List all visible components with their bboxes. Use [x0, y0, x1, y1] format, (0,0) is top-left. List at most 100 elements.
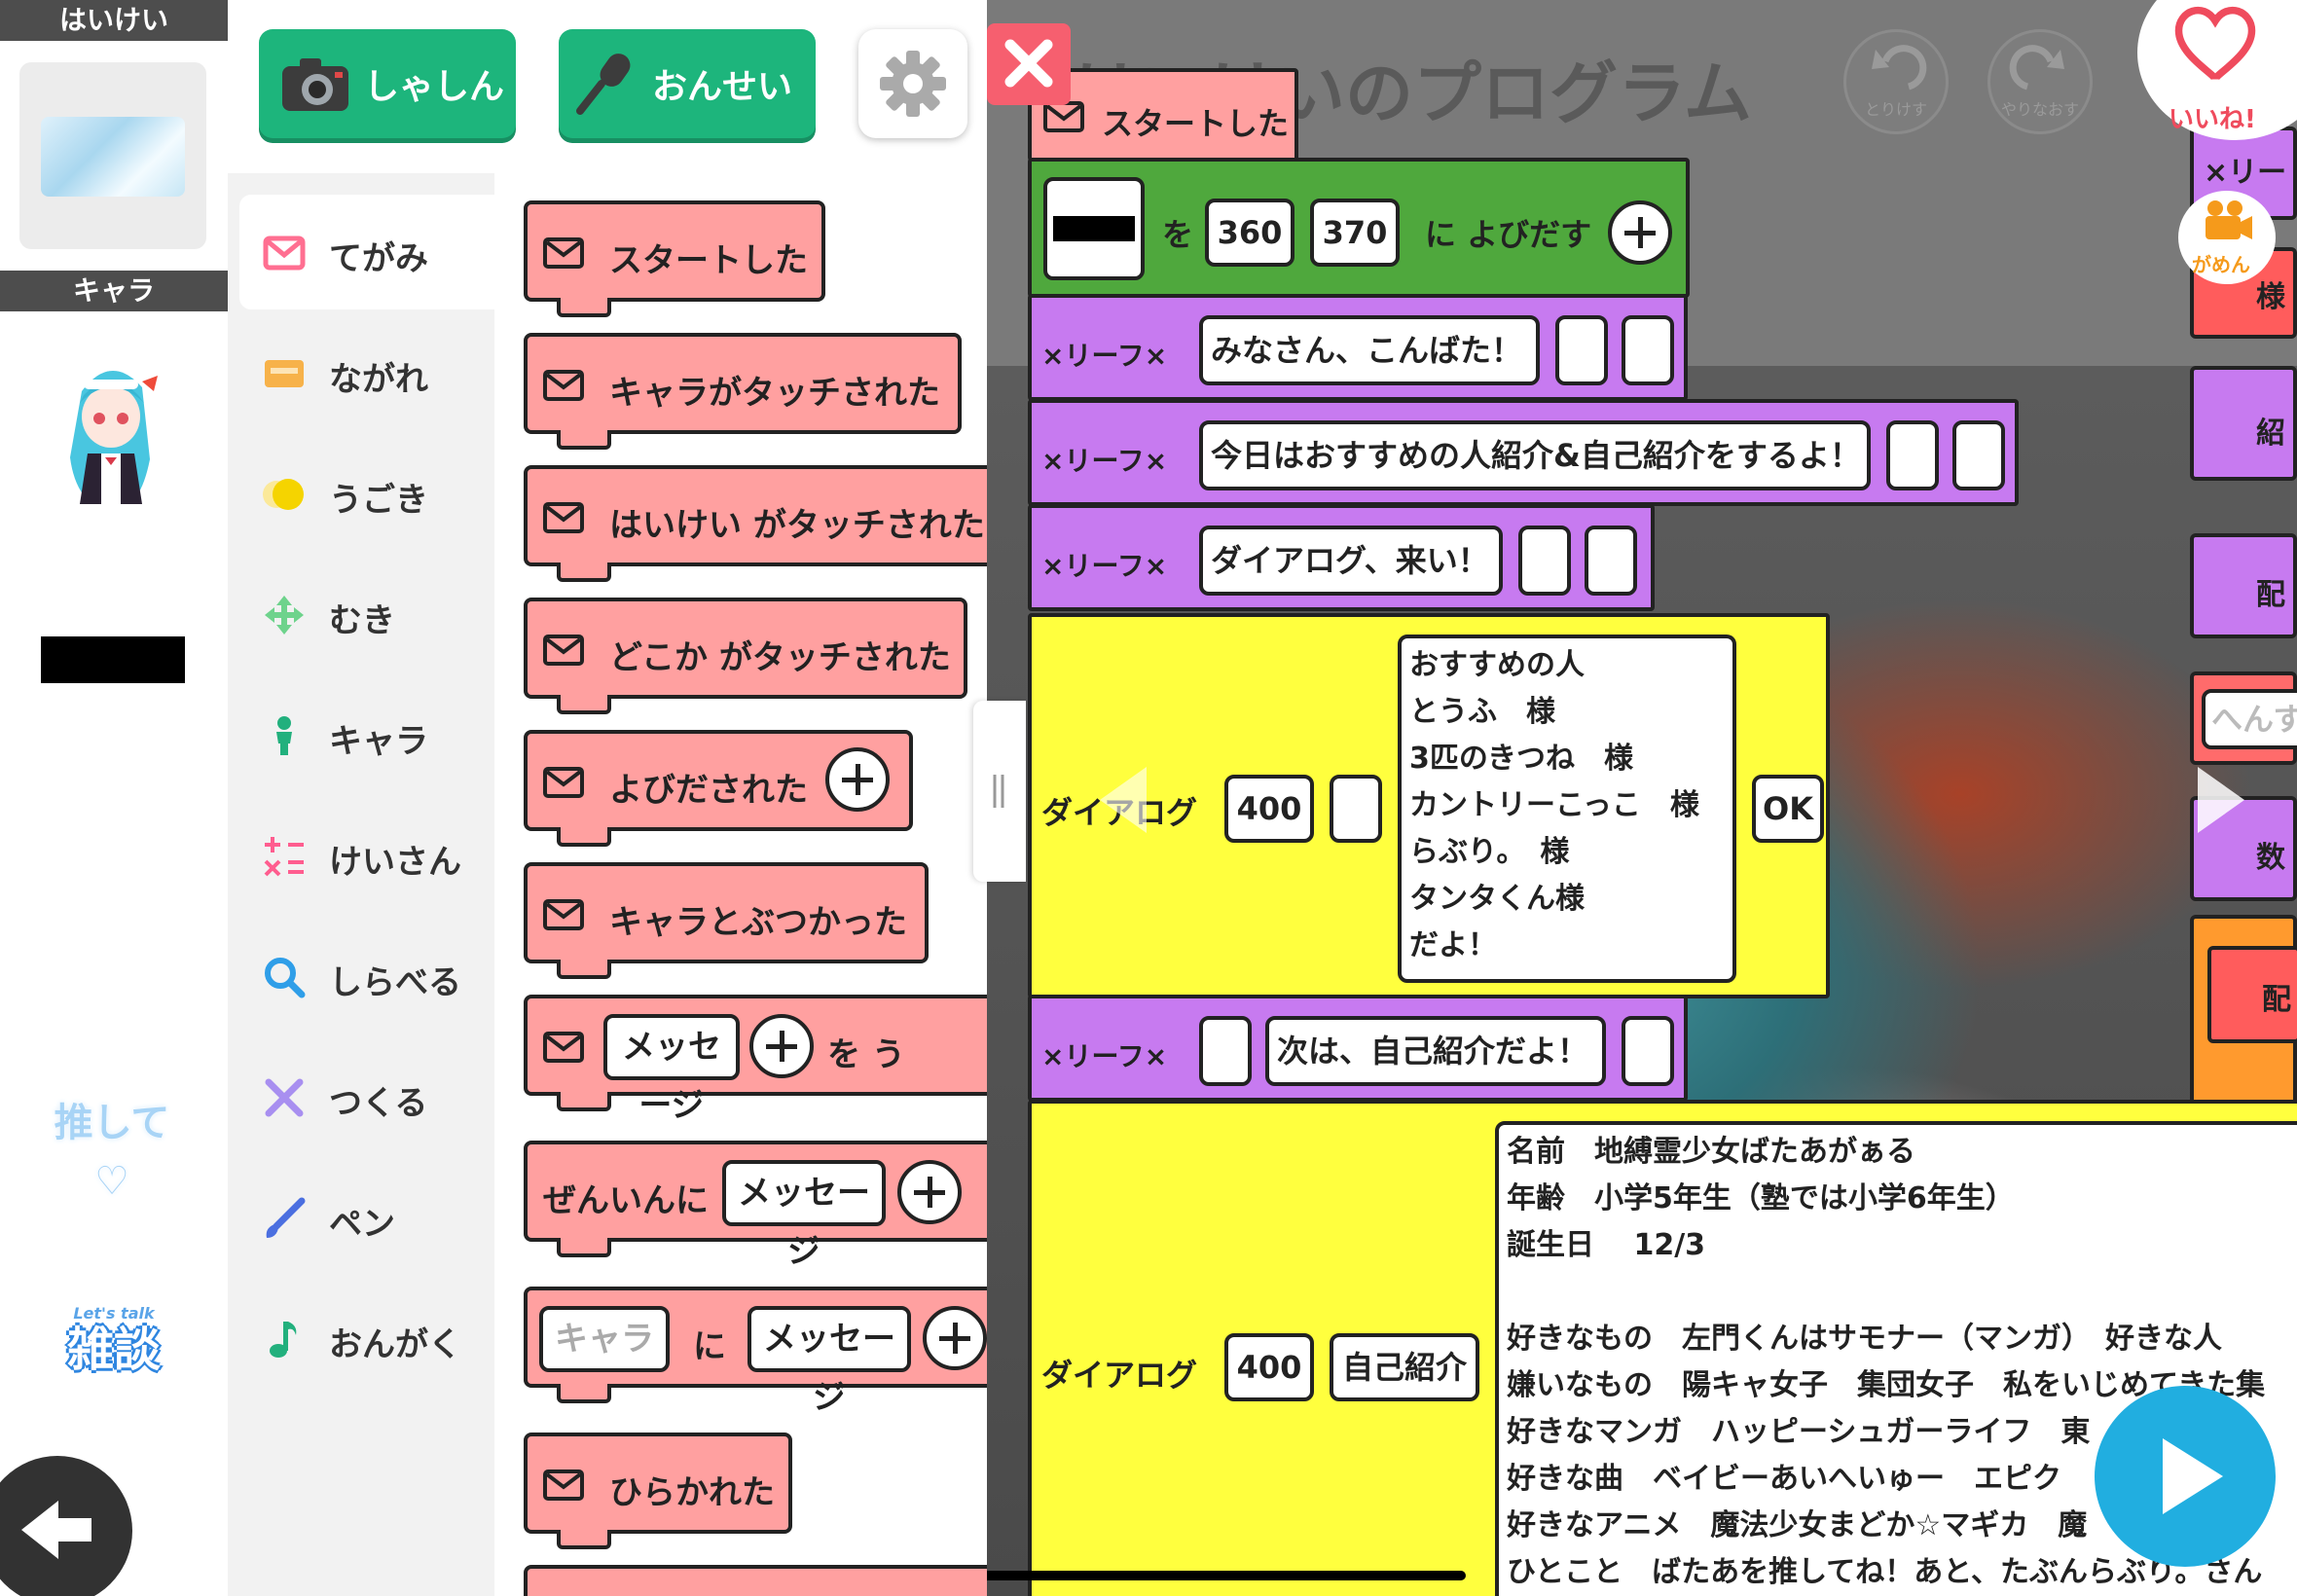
- oshite-sticker[interactable]: 推して♡: [39, 1094, 185, 1204]
- black-rectangle-asset[interactable]: [41, 636, 185, 683]
- envelope-icon: [1043, 101, 1084, 132]
- block-label: 配: [2256, 578, 2285, 612]
- chara-thumbnail[interactable]: [49, 352, 173, 508]
- category-ugoki[interactable]: うごき: [239, 436, 494, 551]
- leaf-text-input[interactable]: ダイアログ、来い！: [1199, 526, 1503, 596]
- editor-leaf-block[interactable]: ×リーフ× ダイアログ、来い！: [1028, 504, 1655, 611]
- block-connector: [557, 298, 611, 317]
- palette-block-chara-touched[interactable]: キャラがタッチされた: [524, 333, 962, 450]
- variable-input[interactable]: へんす: [2202, 689, 2297, 749]
- category-pen[interactable]: ペン: [239, 1160, 494, 1275]
- palette-block-anywhere-touched[interactable]: どこか がタッチされた: [524, 598, 967, 714]
- photo-button[interactable]: しゃしん: [259, 29, 516, 138]
- camera-icon: [282, 58, 348, 111]
- category-keisan[interactable]: けいさん: [239, 798, 494, 913]
- dialog-width-input[interactable]: 400: [1224, 775, 1314, 843]
- category-tegami[interactable]: てがみ: [239, 195, 494, 309]
- x-input[interactable]: 360: [1205, 199, 1294, 267]
- code-editor[interactable]: はいけいのプログラム とりけす やりなおす ×リーフ 様 紹 配 へんす 数: [987, 0, 2297, 1596]
- add-argument-button[interactable]: [749, 1014, 814, 1078]
- leaf-option-slot[interactable]: [1518, 526, 1571, 596]
- leaf-text-input[interactable]: 次は、自己紹介だよ！: [1265, 1016, 1606, 1086]
- editor-leaf-block[interactable]: ×リーフ× 次は、自己紹介だよ！: [1028, 995, 1688, 1102]
- background-thumbnail[interactable]: [19, 62, 206, 249]
- play-button[interactable]: [2095, 1386, 2276, 1567]
- leaf-option-slot[interactable]: [1199, 1016, 1252, 1086]
- palette-block-next[interactable]: [524, 1565, 987, 1596]
- dialog-title-input[interactable]: 自己紹介: [1330, 1333, 1479, 1401]
- category-chara[interactable]: キャラ: [239, 677, 494, 792]
- editor-leaf-block[interactable]: ×リーフ× みなさん、こんばた！: [1028, 294, 1688, 401]
- leaf-option-slot[interactable]: [1622, 1016, 1674, 1086]
- palette-block-start[interactable]: スタートした: [524, 200, 825, 317]
- right-block-3[interactable]: 配: [2190, 533, 2297, 638]
- palette-block-bg-touched[interactable]: はいけい がタッチされた: [524, 465, 987, 582]
- leaf-option-slot[interactable]: [1585, 526, 1637, 596]
- chara-pill[interactable]: キャラ: [539, 1306, 670, 1372]
- block-label: 様: [2256, 280, 2285, 314]
- block-label: を: [1162, 216, 1194, 253]
- screen-record-button[interactable]: がめん: [2178, 191, 2276, 284]
- palette-block-send-everyone[interactable]: ぜんいんに メッセージ: [524, 1141, 987, 1271]
- zatsudan-sticker[interactable]: Let's talk 雑談: [39, 1304, 189, 1388]
- add-argument-button[interactable]: [1608, 200, 1672, 265]
- palette-block-opened[interactable]: ひらかれた: [524, 1433, 792, 1549]
- video-camera-icon: [2206, 200, 2252, 239]
- category-shiraberu[interactable]: しらべる: [239, 919, 494, 1034]
- back-button[interactable]: [0, 1456, 132, 1596]
- scroll-right-arrow-icon[interactable]: [2198, 767, 2244, 833]
- dialog-width-input[interactable]: 400: [1224, 1333, 1314, 1401]
- close-button[interactable]: [987, 23, 1071, 105]
- editor-call-block[interactable]: を 360 370 に よびだす: [1028, 158, 1690, 298]
- palette-block-called[interactable]: よびだされた: [524, 730, 913, 847]
- category-tsukuru[interactable]: つくる: [239, 1039, 494, 1154]
- leaf-option-slot[interactable]: [1622, 315, 1674, 385]
- editor-dialog-block[interactable]: ダイアログ 400 おすすめの人 とうふ 様 3匹のきつね 様 カントリーこっこ…: [1028, 613, 1830, 998]
- message-pill[interactable]: メッセージ: [722, 1160, 886, 1271]
- leaf-option-slot[interactable]: [1555, 315, 1608, 385]
- home-indicator: [987, 1571, 1466, 1580]
- dialog-title-slot[interactable]: [1330, 775, 1382, 843]
- right-block-2[interactable]: 紹: [2190, 366, 2297, 481]
- undo-button[interactable]: とりけす: [1843, 29, 1949, 134]
- block-connector: [557, 1530, 611, 1549]
- category-ongaku[interactable]: おんがく: [239, 1281, 494, 1396]
- right-block-5[interactable]: 配: [2190, 915, 2297, 1106]
- right-input-block[interactable]: へんす: [2190, 671, 2297, 765]
- editor-leaf-block[interactable]: ×リーフ× 今日はおすすめの人紹介&自己紹介をするよ！: [1028, 399, 2019, 506]
- settings-button[interactable]: [858, 29, 967, 138]
- redo-button[interactable]: やりなおす: [1987, 29, 2093, 134]
- leaf-text-input[interactable]: 今日はおすすめの人紹介&自己紹介をするよ！: [1199, 420, 1871, 490]
- chara-slot[interactable]: [1043, 177, 1145, 280]
- category-label: むき: [329, 601, 395, 640]
- palette-block-send-chara[interactable]: キャラ に メッセージ: [524, 1287, 987, 1417]
- leaf-option-slot[interactable]: [1952, 420, 2005, 490]
- category-list: てがみ ながれ うごき むき キャラ けいさん しらべる つくる ペン おんがく: [228, 173, 494, 1596]
- black-rectangle-thumbnail: [1053, 216, 1135, 241]
- photo-button-label: しゃしん: [364, 67, 505, 107]
- block-connector: [557, 562, 611, 582]
- category-muki[interactable]: むき: [239, 557, 494, 671]
- message-pill[interactable]: メッセージ: [747, 1306, 911, 1417]
- message-pill[interactable]: メッセージ: [603, 1014, 740, 1125]
- y-input[interactable]: 370: [1310, 199, 1400, 267]
- leaf-text-input[interactable]: みなさん、こんばた！: [1199, 315, 1540, 385]
- envelope-icon: [543, 370, 584, 401]
- palette-block-send-message[interactable]: メッセージ を う: [524, 995, 987, 1125]
- block-label: ひらかれた: [609, 1473, 775, 1512]
- add-argument-button[interactable]: [825, 747, 890, 812]
- zatsudan-jp: 雑談: [66, 1323, 161, 1377]
- block-connector: [557, 1384, 611, 1403]
- dialog-text-input[interactable]: おすすめの人 とうふ 様 3匹のきつね 様 カントリーこっこ 様 らぶり。 様 …: [1398, 635, 1736, 983]
- category-nagare[interactable]: ながれ: [239, 315, 494, 430]
- sound-button[interactable]: おんせい: [559, 29, 816, 138]
- block-label: キャラがタッチされた: [609, 374, 940, 413]
- add-argument-button[interactable]: [897, 1160, 962, 1224]
- scroll-left-arrow-icon[interactable]: [1100, 767, 1147, 833]
- add-argument-button[interactable]: [923, 1306, 987, 1370]
- leaf-option-slot[interactable]: [1886, 420, 1939, 490]
- palette-block-hit-chara[interactable]: キャラとぶつかった: [524, 862, 929, 979]
- dialog-ok-button[interactable]: OK: [1752, 775, 1824, 843]
- panel-resize-handle[interactable]: [973, 701, 1026, 882]
- category-label: ながれ: [329, 360, 428, 399]
